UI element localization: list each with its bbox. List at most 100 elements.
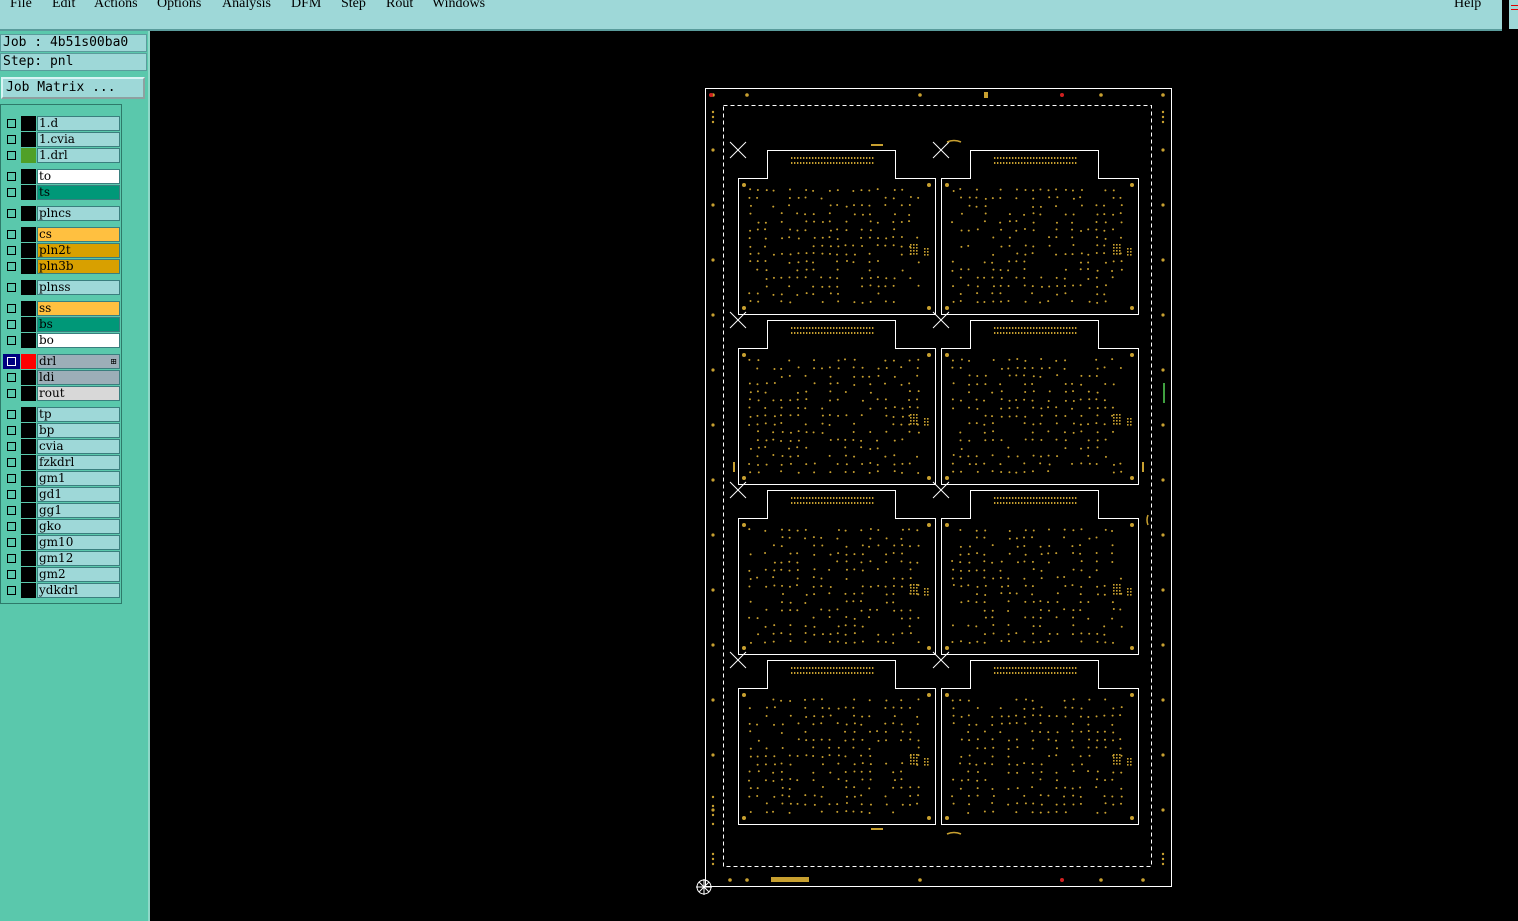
layer-name[interactable]: ydkdrl (37, 583, 120, 598)
layer-name[interactable]: pln2t (37, 243, 120, 258)
layer-color-swatch[interactable] (21, 386, 36, 401)
layer-checkbox[interactable] (3, 148, 20, 163)
layer-color-swatch[interactable] (21, 317, 36, 332)
layer-row-1-d[interactable]: 1.d (3, 116, 120, 131)
layer-name[interactable]: pln3b (37, 259, 120, 274)
layer-checkbox[interactable] (3, 116, 20, 131)
layer-checkbox[interactable] (3, 439, 20, 454)
layer-checkbox[interactable] (3, 280, 20, 295)
layer-row-fzkdrl[interactable]: fzkdrl (3, 455, 120, 470)
layer-row-bo[interactable]: bo (3, 333, 120, 348)
layer-checkbox[interactable] (3, 259, 20, 274)
layer-color-swatch[interactable] (21, 370, 36, 385)
layer-color-swatch[interactable] (21, 583, 36, 598)
layer-row-gm10[interactable]: gm10 (3, 535, 120, 550)
layer-color-swatch[interactable] (21, 503, 36, 518)
layer-row-1-cvia[interactable]: 1.cvia (3, 132, 120, 147)
layer-checkbox[interactable] (3, 407, 20, 422)
menu-dfm[interactable]: DFM (291, 0, 321, 12)
layer-name[interactable]: bp (37, 423, 120, 438)
layer-checkbox[interactable] (3, 169, 20, 184)
layer-row-gd1[interactable]: gd1 (3, 487, 120, 502)
layer-color-swatch[interactable] (21, 280, 36, 295)
layer-row-1-drl[interactable]: 1.drl (3, 148, 120, 163)
layer-name[interactable]: ldi (37, 370, 120, 385)
menu-options[interactable]: Options (157, 0, 201, 12)
layer-row-ss[interactable]: ss (3, 301, 120, 316)
layer-row-tp[interactable]: tp (3, 407, 120, 422)
layer-color-swatch[interactable] (21, 439, 36, 454)
layer-row-plncs[interactable]: plncs (3, 206, 120, 221)
layer-checkbox[interactable] (3, 551, 20, 566)
layer-checkbox[interactable] (3, 354, 20, 369)
layer-name[interactable]: cs (37, 227, 120, 242)
layer-name[interactable]: 1.d (37, 116, 120, 131)
layer-color-swatch[interactable] (21, 471, 36, 486)
layer-row-ldi[interactable]: ldi (3, 370, 120, 385)
menu-file[interactable]: File (10, 0, 32, 12)
layer-name[interactable]: gm1 (37, 471, 120, 486)
layer-row-pln2t[interactable]: pln2t (3, 243, 120, 258)
layer-name[interactable]: gd1 (37, 487, 120, 502)
layer-checkbox[interactable] (3, 386, 20, 401)
layer-name[interactable]: to (37, 169, 120, 184)
layer-checkbox[interactable] (3, 317, 20, 332)
menu-actions[interactable]: Actions (94, 0, 138, 12)
layer-row-to[interactable]: to (3, 169, 120, 184)
layer-name[interactable]: drl ⊞ (37, 354, 120, 369)
layer-color-swatch[interactable] (21, 185, 36, 200)
menu-step[interactable]: Step (341, 0, 366, 12)
layer-name[interactable]: gm12 (37, 551, 120, 566)
layer-name[interactable]: plncs (37, 206, 120, 221)
layer-color-swatch[interactable] (21, 567, 36, 582)
layer-name[interactable]: gm2 (37, 567, 120, 582)
layer-color-swatch[interactable] (21, 354, 36, 369)
menu-help[interactable]: Help (1454, 0, 1481, 12)
window-control-icon[interactable] (1509, 0, 1518, 29)
layer-color-swatch[interactable] (21, 206, 36, 221)
layer-checkbox[interactable] (3, 535, 20, 550)
layer-checkbox[interactable] (3, 455, 20, 470)
layer-row-ts[interactable]: ts (3, 185, 120, 200)
layer-name[interactable]: plnss (37, 280, 120, 295)
layer-checkbox[interactable] (3, 370, 20, 385)
layer-row-cs[interactable]: cs (3, 227, 120, 242)
layer-color-swatch[interactable] (21, 148, 36, 163)
layer-name[interactable]: gm10 (37, 535, 120, 550)
layer-checkbox[interactable] (3, 471, 20, 486)
layer-color-swatch[interactable] (21, 487, 36, 502)
layer-checkbox[interactable] (3, 206, 20, 221)
layer-row-cvia[interactable]: cvia (3, 439, 120, 454)
layer-row-gm12[interactable]: gm12 (3, 551, 120, 566)
layer-checkbox[interactable] (3, 583, 20, 598)
layer-color-swatch[interactable] (21, 132, 36, 147)
layer-color-swatch[interactable] (21, 333, 36, 348)
layer-color-swatch[interactable] (21, 551, 36, 566)
layer-row-bs[interactable]: bs (3, 317, 120, 332)
layer-name[interactable]: ts (37, 185, 120, 200)
layer-name[interactable]: tp (37, 407, 120, 422)
layer-checkbox[interactable] (3, 301, 20, 316)
menu-rout[interactable]: Rout (386, 0, 413, 12)
layer-checkbox[interactable] (3, 185, 20, 200)
graphics-canvas[interactable] (150, 31, 1518, 921)
layer-name[interactable]: fzkdrl (37, 455, 120, 470)
layer-color-swatch[interactable] (21, 407, 36, 422)
layer-name[interactable]: cvia (37, 439, 120, 454)
layer-row-plnss[interactable]: plnss (3, 280, 120, 295)
layer-row-bp[interactable]: bp (3, 423, 120, 438)
layer-checkbox[interactable] (3, 503, 20, 518)
layer-color-swatch[interactable] (21, 535, 36, 550)
layer-checkbox[interactable] (3, 567, 20, 582)
layer-checkbox[interactable] (3, 227, 20, 242)
layer-name[interactable]: bo (37, 333, 120, 348)
layer-color-swatch[interactable] (21, 227, 36, 242)
layer-row-drl[interactable]: drl ⊞ (3, 354, 120, 369)
layer-color-swatch[interactable] (21, 423, 36, 438)
layer-color-swatch[interactable] (21, 259, 36, 274)
layer-color-swatch[interactable] (21, 301, 36, 316)
layer-name[interactable]: 1.cvia (37, 132, 120, 147)
layer-checkbox[interactable] (3, 423, 20, 438)
layer-row-pln3b[interactable]: pln3b (3, 259, 120, 274)
menu-edit[interactable]: Edit (52, 0, 75, 12)
